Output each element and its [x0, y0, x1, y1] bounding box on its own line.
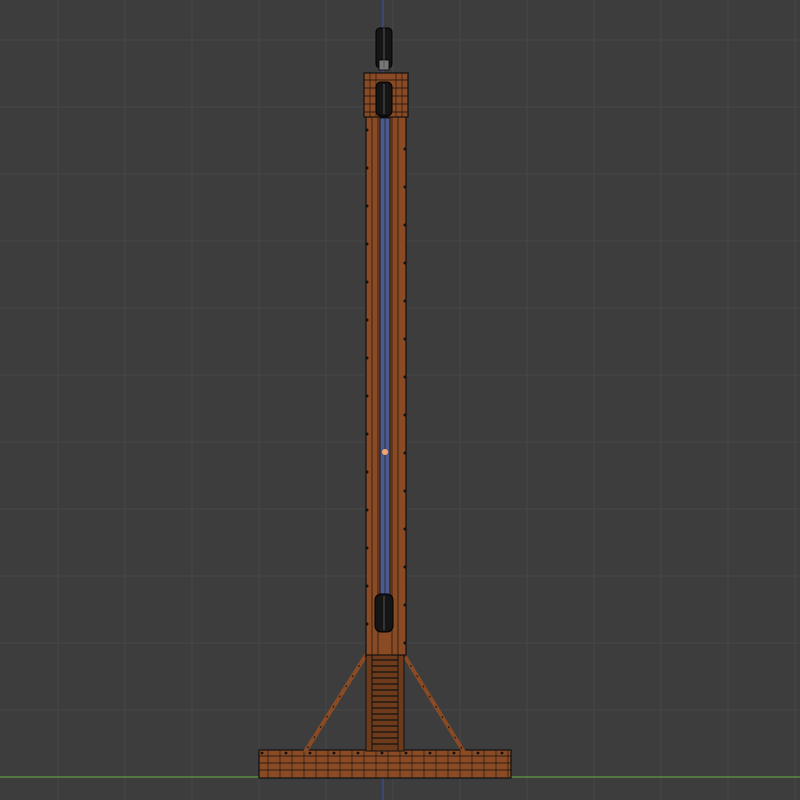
bolt — [365, 280, 369, 284]
bolt — [260, 751, 264, 755]
bolt — [365, 470, 369, 474]
3d-viewport[interactable] — [0, 0, 800, 800]
bolt — [500, 751, 504, 755]
bolt — [365, 204, 369, 208]
bolt — [365, 242, 369, 246]
bolt — [476, 751, 480, 755]
bolt — [365, 622, 369, 626]
bolt — [404, 751, 408, 755]
bolt — [365, 584, 369, 588]
bolt — [403, 413, 407, 417]
bolt — [403, 299, 407, 303]
bolt — [452, 751, 456, 755]
bolt — [428, 751, 432, 755]
bolt — [403, 337, 407, 341]
bolt — [403, 603, 407, 607]
bolt — [365, 356, 369, 360]
bolt — [365, 394, 369, 398]
bolt — [365, 432, 369, 436]
bolt — [403, 185, 407, 189]
bolt — [365, 318, 369, 322]
bolt — [365, 546, 369, 550]
bolt — [403, 375, 407, 379]
bolt — [403, 451, 407, 455]
bolt — [403, 641, 407, 645]
bolt — [365, 166, 369, 170]
bolt — [284, 751, 288, 755]
ladder-section — [365, 654, 405, 752]
bolt — [403, 527, 407, 531]
bolt — [308, 751, 312, 755]
base-platform[interactable] — [258, 749, 512, 779]
bolt — [403, 565, 407, 569]
object-origin-dot — [382, 449, 388, 455]
base-frame — [258, 749, 512, 779]
bolt — [403, 223, 407, 227]
bolt — [403, 261, 407, 265]
bolt — [332, 751, 336, 755]
tower-column[interactable] — [365, 114, 407, 656]
bolt — [365, 508, 369, 512]
bolt — [356, 751, 360, 755]
bolt — [380, 751, 384, 755]
bolt — [403, 489, 407, 493]
bolt — [403, 147, 407, 151]
bolt — [365, 128, 369, 132]
